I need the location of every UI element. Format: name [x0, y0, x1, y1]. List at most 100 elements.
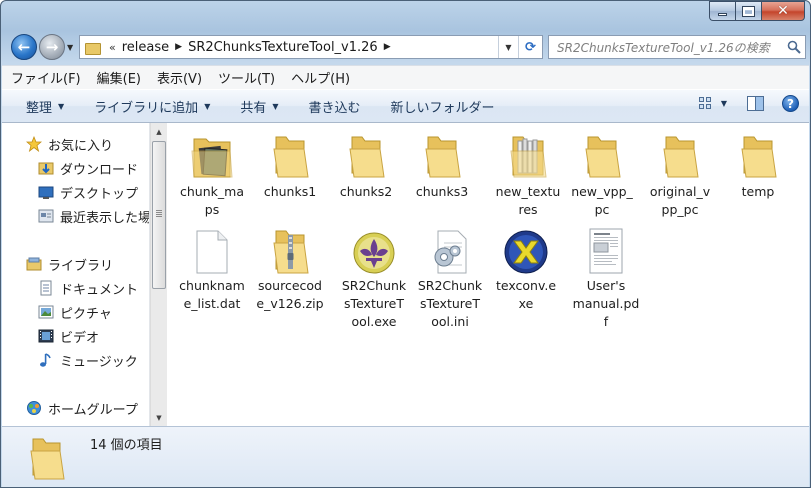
- breadcrumb-arrow-icon[interactable]: ▶: [175, 42, 182, 52]
- organize-label: 整理: [26, 100, 53, 116]
- scrollbar-thumb[interactable]: [152, 141, 166, 289]
- folder-icon: [565, 127, 639, 181]
- pdf-document-icon: [569, 221, 643, 275]
- organize-button[interactable]: 整理 ▼: [26, 97, 64, 116]
- folder-icon: [329, 127, 403, 181]
- search-icon[interactable]: [783, 36, 805, 58]
- sidebar-item-desktop[interactable]: デスクトップ: [38, 181, 138, 203]
- address-bar[interactable]: « release ▶ SR2ChunksTextureTool_v1.26 ▶…: [79, 35, 543, 59]
- share-button[interactable]: 共有 ▼: [240, 97, 278, 116]
- file-name: chunks1: [263, 184, 317, 199]
- music-note-icon: [38, 352, 54, 368]
- file-item-chunks3[interactable]: chunks3: [405, 127, 479, 201]
- new-folder-button[interactable]: 新しいフォルダー: [391, 97, 495, 116]
- file-name: new_textu res: [495, 184, 561, 217]
- burn-button[interactable]: 書き込む: [309, 97, 361, 116]
- file-item-new-vpp-pc[interactable]: new_vpp_ pc: [565, 127, 639, 219]
- menu-view[interactable]: 表示(V): [157, 68, 202, 87]
- folder-icon: [721, 127, 795, 181]
- sidebar-item-homegroup[interactable]: ホームグループ: [26, 397, 138, 419]
- zip-folder-icon: [253, 221, 327, 275]
- close-button[interactable]: ✕: [761, 1, 805, 21]
- file-item-users-manual[interactable]: User's manual.pd f: [569, 221, 643, 331]
- sidebar-label: ドキュメント: [60, 282, 139, 298]
- view-controls: ▼ ?: [698, 95, 799, 112]
- sidebar-label: デスクトップ: [60, 186, 139, 202]
- minimize-button[interactable]: [709, 1, 735, 21]
- navigation-pane-scrollbar[interactable]: ▲ ▼: [150, 123, 167, 426]
- sidebar-label: 最近表示した場所: [60, 210, 150, 226]
- homegroup-icon: [26, 400, 42, 416]
- refresh-icon[interactable]: ⟳: [518, 36, 542, 58]
- preview-pane-icon[interactable]: [747, 96, 764, 111]
- folder-with-documents-icon: [491, 127, 565, 181]
- file-name: chunks2: [339, 184, 393, 199]
- back-button[interactable]: ←: [11, 34, 37, 60]
- minimize-icon: [718, 13, 727, 16]
- address-overflow[interactable]: «: [109, 41, 116, 54]
- file-item-sr2-exe[interactable]: SR2Chunk sTextureT ool.exe: [337, 221, 411, 331]
- file-item-chunks2[interactable]: chunks2: [329, 127, 403, 201]
- sidebar-item-music[interactable]: ミュージック: [38, 349, 138, 371]
- breadcrumb-current-folder[interactable]: SR2ChunksTextureTool_v1.26: [188, 40, 378, 55]
- breadcrumb-release[interactable]: release: [122, 40, 169, 55]
- scroll-down-icon[interactable]: ▼: [151, 409, 167, 426]
- directx-app-icon: [489, 221, 563, 275]
- forward-button[interactable]: →: [39, 34, 65, 60]
- desktop-icon: [38, 184, 54, 200]
- file-item-texconv[interactable]: texconv.e xe: [489, 221, 563, 313]
- menu-edit[interactable]: 編集(E): [97, 68, 141, 87]
- menu-tools[interactable]: ツール(T): [218, 68, 275, 87]
- sidebar-item-favorites[interactable]: お気に入り: [26, 133, 113, 155]
- scroll-up-icon[interactable]: ▲: [151, 123, 167, 140]
- menu-file[interactable]: ファイル(F): [11, 68, 81, 87]
- breadcrumb-arrow-icon[interactable]: ▶: [384, 42, 391, 52]
- sidebar-item-pictures[interactable]: ピクチャ: [38, 301, 112, 323]
- file-name: chunknam e_list.dat: [179, 278, 245, 311]
- file-name: SR2Chunk sTextureT ool.ini: [417, 278, 483, 329]
- sidebar-label: ライブラリ: [48, 258, 114, 274]
- search-box[interactable]: SR2ChunksTextureTool_v1.26の検索: [548, 35, 806, 59]
- folder-icon: [643, 127, 717, 181]
- file-item-temp[interactable]: temp: [721, 127, 795, 201]
- star-icon: [26, 136, 42, 152]
- file-item-chunk-maps[interactable]: chunk_ma ps: [175, 127, 249, 219]
- details-pane: 14 個の項目: [2, 426, 809, 487]
- recent-places-icon: [38, 208, 54, 224]
- item-count: 14 個の項目: [90, 438, 163, 453]
- address-dropdown-icon[interactable]: ▼: [498, 36, 518, 58]
- file-name: SR2Chunk sTextureT ool.exe: [341, 278, 407, 329]
- file-item-chunks1[interactable]: chunks1: [253, 127, 327, 201]
- file-item-new-textures[interactable]: new_textu res: [491, 127, 565, 219]
- search-input[interactable]: SR2ChunksTextureTool_v1.26の検索: [549, 39, 783, 56]
- file-item-sourcecode-zip[interactable]: sourcecod e_v126.zip: [253, 221, 327, 313]
- change-view-icon[interactable]: [698, 96, 713, 111]
- sidebar-label: お気に入り: [48, 138, 114, 154]
- sidebar-item-videos[interactable]: ビデオ: [38, 325, 99, 347]
- command-bar: 整理 ▼ ライブラリに追加 ▼ 共有 ▼ 書き込む 新しいフォルダー ▼ ?: [2, 89, 809, 123]
- file-name: original_v pp_pc: [649, 184, 711, 217]
- sidebar-label: ミュージック: [60, 354, 138, 370]
- recent-pages-dropdown[interactable]: ▼: [67, 43, 73, 52]
- file-item-original-vpp-pc[interactable]: original_v pp_pc: [643, 127, 717, 219]
- folder-icon: [28, 435, 66, 484]
- sidebar-item-downloads[interactable]: ダウンロード: [38, 157, 138, 179]
- file-item-chunkname-list[interactable]: chunknam e_list.dat: [175, 221, 249, 313]
- view-dropdown-icon[interactable]: ▼: [721, 99, 727, 108]
- sidebar-item-documents[interactable]: ドキュメント: [38, 277, 138, 299]
- sidebar-item-recent[interactable]: 最近表示した場所: [38, 205, 150, 227]
- maximize-button[interactable]: [735, 1, 761, 21]
- back-arrow-icon: ←: [17, 38, 31, 56]
- close-icon: ✕: [777, 3, 789, 19]
- add-to-library-label: ライブラリに追加: [94, 100, 199, 116]
- folder-icon: [253, 127, 327, 181]
- help-icon[interactable]: ?: [782, 95, 799, 112]
- navigation-row: ← → ▼ « release ▶ SR2ChunksTextureTool_v…: [1, 29, 810, 65]
- file-item-sr2-ini[interactable]: SR2Chunk sTextureT ool.ini: [413, 221, 487, 331]
- explorer-window: ✕ ← → ▼ « release ▶ SR2ChunksTextureTool…: [0, 0, 811, 488]
- sidebar-item-libraries[interactable]: ライブラリ: [26, 253, 113, 275]
- menu-help[interactable]: ヘルプ(H): [291, 68, 350, 87]
- fleur-de-lis-app-icon: [337, 221, 411, 275]
- documents-icon: [38, 280, 54, 296]
- add-to-library-button[interactable]: ライブラリに追加 ▼: [94, 97, 210, 116]
